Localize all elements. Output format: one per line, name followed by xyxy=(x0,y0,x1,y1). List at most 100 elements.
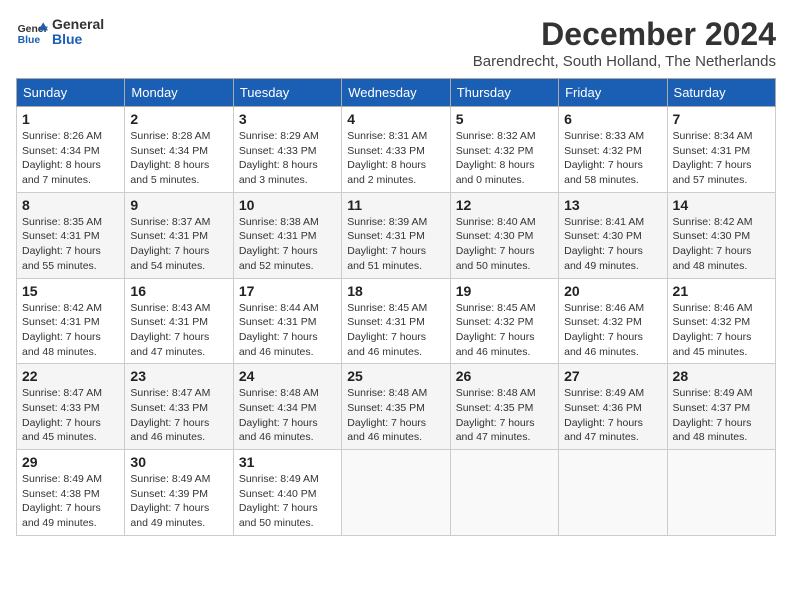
day-info: Sunrise: 8:34 AMSunset: 4:31 PMDaylight:… xyxy=(673,129,770,188)
page-header: General Blue General Blue December 2024 … xyxy=(16,16,776,70)
day-info: Sunrise: 8:40 AMSunset: 4:30 PMDaylight:… xyxy=(456,215,553,274)
calendar-cell: 28 Sunrise: 8:49 AMSunset: 4:37 PMDayligh… xyxy=(667,364,775,450)
calendar-cell: 12Sunrise: 8:40 AMSunset: 4:30 PMDayligh… xyxy=(450,192,558,278)
day-info: Sunrise: 8:26 AMSunset: 4:34 PMDaylight:… xyxy=(22,129,119,188)
day-number: 14 xyxy=(673,197,770,213)
day-info: Sunrise: 8:46 AMSunset: 4:32 PMDaylight:… xyxy=(673,301,770,360)
day-info: Sunrise: 8:28 AMSunset: 4:34 PMDaylight:… xyxy=(130,129,227,188)
day-number: 26 xyxy=(456,368,553,384)
calendar-cell: 25 Sunrise: 8:48 AMSunset: 4:35 PMDayligh… xyxy=(342,364,450,450)
day-number: 3 xyxy=(239,111,336,127)
day-info: Sunrise: 8:49 AMSunset: 4:37 PMDaylight:… xyxy=(673,386,770,445)
day-info: Sunrise: 8:37 AMSunset: 4:31 PMDaylight:… xyxy=(130,215,227,274)
calendar-cell: 22Sunrise: 8:47 AMSunset: 4:33 PMDayligh… xyxy=(17,364,125,450)
location-title: Barendrecht, South Holland, The Netherla… xyxy=(473,53,776,70)
day-info: Sunrise: 8:29 AMSunset: 4:33 PMDaylight:… xyxy=(239,129,336,188)
svg-text:Blue: Blue xyxy=(18,35,41,46)
day-info: Sunrise: 8:48 AMSunset: 4:35 PMDaylight:… xyxy=(347,386,444,445)
calendar-cell xyxy=(450,450,558,536)
calendar-cell: 21 Sunrise: 8:46 AMSunset: 4:32 PMDayligh… xyxy=(667,278,775,364)
day-number: 10 xyxy=(239,197,336,213)
title-area: December 2024 Barendrecht, South Holland… xyxy=(473,16,776,70)
day-info: Sunrise: 8:49 AMSunset: 4:38 PMDaylight:… xyxy=(22,472,119,531)
calendar-table: SundayMondayTuesdayWednesdayThursdayFrid… xyxy=(16,78,776,536)
calendar-cell: 26 Sunrise: 8:48 AMSunset: 4:35 PMDayligh… xyxy=(450,364,558,450)
day-number: 19 xyxy=(456,283,553,299)
day-number: 4 xyxy=(347,111,444,127)
day-number: 18 xyxy=(347,283,444,299)
day-number: 23 xyxy=(130,368,227,384)
day-number: 17 xyxy=(239,283,336,299)
calendar-cell: 24Sunrise: 8:48 AMSunset: 4:34 PMDayligh… xyxy=(233,364,341,450)
logo-general: General xyxy=(52,17,104,32)
calendar-cell: 8Sunrise: 8:35 AMSunset: 4:31 PMDaylight… xyxy=(17,192,125,278)
day-number: 21 xyxy=(673,283,770,299)
day-number: 9 xyxy=(130,197,227,213)
logo: General Blue General Blue xyxy=(16,16,104,48)
calendar-cell: 3 Sunrise: 8:29 AMSunset: 4:33 PMDaylight… xyxy=(233,107,341,193)
day-info: Sunrise: 8:38 AMSunset: 4:31 PMDaylight:… xyxy=(239,215,336,274)
day-number: 25 xyxy=(347,368,444,384)
month-title: December 2024 xyxy=(473,16,776,53)
day-number: 1 xyxy=(22,111,119,127)
day-info: Sunrise: 8:32 AMSunset: 4:32 PMDaylight:… xyxy=(456,129,553,188)
day-number: 31 xyxy=(239,454,336,470)
calendar-cell: 17 Sunrise: 8:44 AMSunset: 4:31 PMDayligh… xyxy=(233,278,341,364)
calendar-cell: 14 Sunrise: 8:42 AMSunset: 4:30 PMDayligh… xyxy=(667,192,775,278)
day-info: Sunrise: 8:48 AMSunset: 4:34 PMDaylight:… xyxy=(239,386,336,445)
calendar-cell: 16Sunrise: 8:43 AMSunset: 4:31 PMDayligh… xyxy=(125,278,233,364)
day-info: Sunrise: 8:48 AMSunset: 4:35 PMDaylight:… xyxy=(456,386,553,445)
calendar-cell: 20 Sunrise: 8:46 AMSunset: 4:32 PMDayligh… xyxy=(559,278,667,364)
day-info: Sunrise: 8:45 AMSunset: 4:31 PMDaylight:… xyxy=(347,301,444,360)
weekday-header: Tuesday xyxy=(233,79,341,107)
calendar-cell: 6Sunrise: 8:33 AMSunset: 4:32 PMDaylight… xyxy=(559,107,667,193)
calendar-cell: 18 Sunrise: 8:45 AMSunset: 4:31 PMDayligh… xyxy=(342,278,450,364)
logo-icon: General Blue xyxy=(16,16,48,48)
calendar-cell: 1 Sunrise: 8:26 AMSunset: 4:34 PMDaylight… xyxy=(17,107,125,193)
day-number: 16 xyxy=(130,283,227,299)
day-info: Sunrise: 8:41 AMSunset: 4:30 PMDaylight:… xyxy=(564,215,661,274)
calendar-cell: 23Sunrise: 8:47 AMSunset: 4:33 PMDayligh… xyxy=(125,364,233,450)
calendar-cell: 5 Sunrise: 8:32 AMSunset: 4:32 PMDaylight… xyxy=(450,107,558,193)
day-info: Sunrise: 8:45 AMSunset: 4:32 PMDaylight:… xyxy=(456,301,553,360)
calendar-cell: 29Sunrise: 8:49 AMSunset: 4:38 PMDayligh… xyxy=(17,450,125,536)
day-number: 2 xyxy=(130,111,227,127)
weekday-header: Wednesday xyxy=(342,79,450,107)
calendar-cell: 27 Sunrise: 8:49 AMSunset: 4:36 PMDayligh… xyxy=(559,364,667,450)
calendar-cell: 11Sunrise: 8:39 AMSunset: 4:31 PMDayligh… xyxy=(342,192,450,278)
calendar-cell: 15Sunrise: 8:42 AMSunset: 4:31 PMDayligh… xyxy=(17,278,125,364)
calendar-week-row: 22Sunrise: 8:47 AMSunset: 4:33 PMDayligh… xyxy=(17,364,776,450)
day-number: 22 xyxy=(22,368,119,384)
day-info: Sunrise: 8:33 AMSunset: 4:32 PMDaylight:… xyxy=(564,129,661,188)
weekday-header: Sunday xyxy=(17,79,125,107)
weekday-header: Friday xyxy=(559,79,667,107)
day-number: 5 xyxy=(456,111,553,127)
calendar-week-row: 15Sunrise: 8:42 AMSunset: 4:31 PMDayligh… xyxy=(17,278,776,364)
day-info: Sunrise: 8:31 AMSunset: 4:33 PMDaylight:… xyxy=(347,129,444,188)
logo-blue: Blue xyxy=(52,32,104,47)
day-info: Sunrise: 8:49 AMSunset: 4:39 PMDaylight:… xyxy=(130,472,227,531)
day-info: Sunrise: 8:49 AMSunset: 4:40 PMDaylight:… xyxy=(239,472,336,531)
weekday-header: Thursday xyxy=(450,79,558,107)
calendar-cell: 19 Sunrise: 8:45 AMSunset: 4:32 PMDayligh… xyxy=(450,278,558,364)
day-number: 20 xyxy=(564,283,661,299)
day-info: Sunrise: 8:42 AMSunset: 4:30 PMDaylight:… xyxy=(673,215,770,274)
calendar-cell xyxy=(342,450,450,536)
calendar-cell xyxy=(559,450,667,536)
day-number: 11 xyxy=(347,197,444,213)
day-number: 27 xyxy=(564,368,661,384)
weekday-header: Saturday xyxy=(667,79,775,107)
day-number: 7 xyxy=(673,111,770,127)
day-info: Sunrise: 8:46 AMSunset: 4:32 PMDaylight:… xyxy=(564,301,661,360)
calendar-week-row: 29Sunrise: 8:49 AMSunset: 4:38 PMDayligh… xyxy=(17,450,776,536)
header-row: SundayMondayTuesdayWednesdayThursdayFrid… xyxy=(17,79,776,107)
calendar-cell: 31 Sunrise: 8:49 AMSunset: 4:40 PMDayligh… xyxy=(233,450,341,536)
calendar-cell: 30Sunrise: 8:49 AMSunset: 4:39 PMDayligh… xyxy=(125,450,233,536)
calendar-cell: 4 Sunrise: 8:31 AMSunset: 4:33 PMDaylight… xyxy=(342,107,450,193)
calendar-cell: 10 Sunrise: 8:38 AMSunset: 4:31 PMDayligh… xyxy=(233,192,341,278)
calendar-cell: 9 Sunrise: 8:37 AMSunset: 4:31 PMDaylight… xyxy=(125,192,233,278)
day-info: Sunrise: 8:44 AMSunset: 4:31 PMDaylight:… xyxy=(239,301,336,360)
day-number: 13 xyxy=(564,197,661,213)
day-info: Sunrise: 8:49 AMSunset: 4:36 PMDaylight:… xyxy=(564,386,661,445)
day-number: 28 xyxy=(673,368,770,384)
